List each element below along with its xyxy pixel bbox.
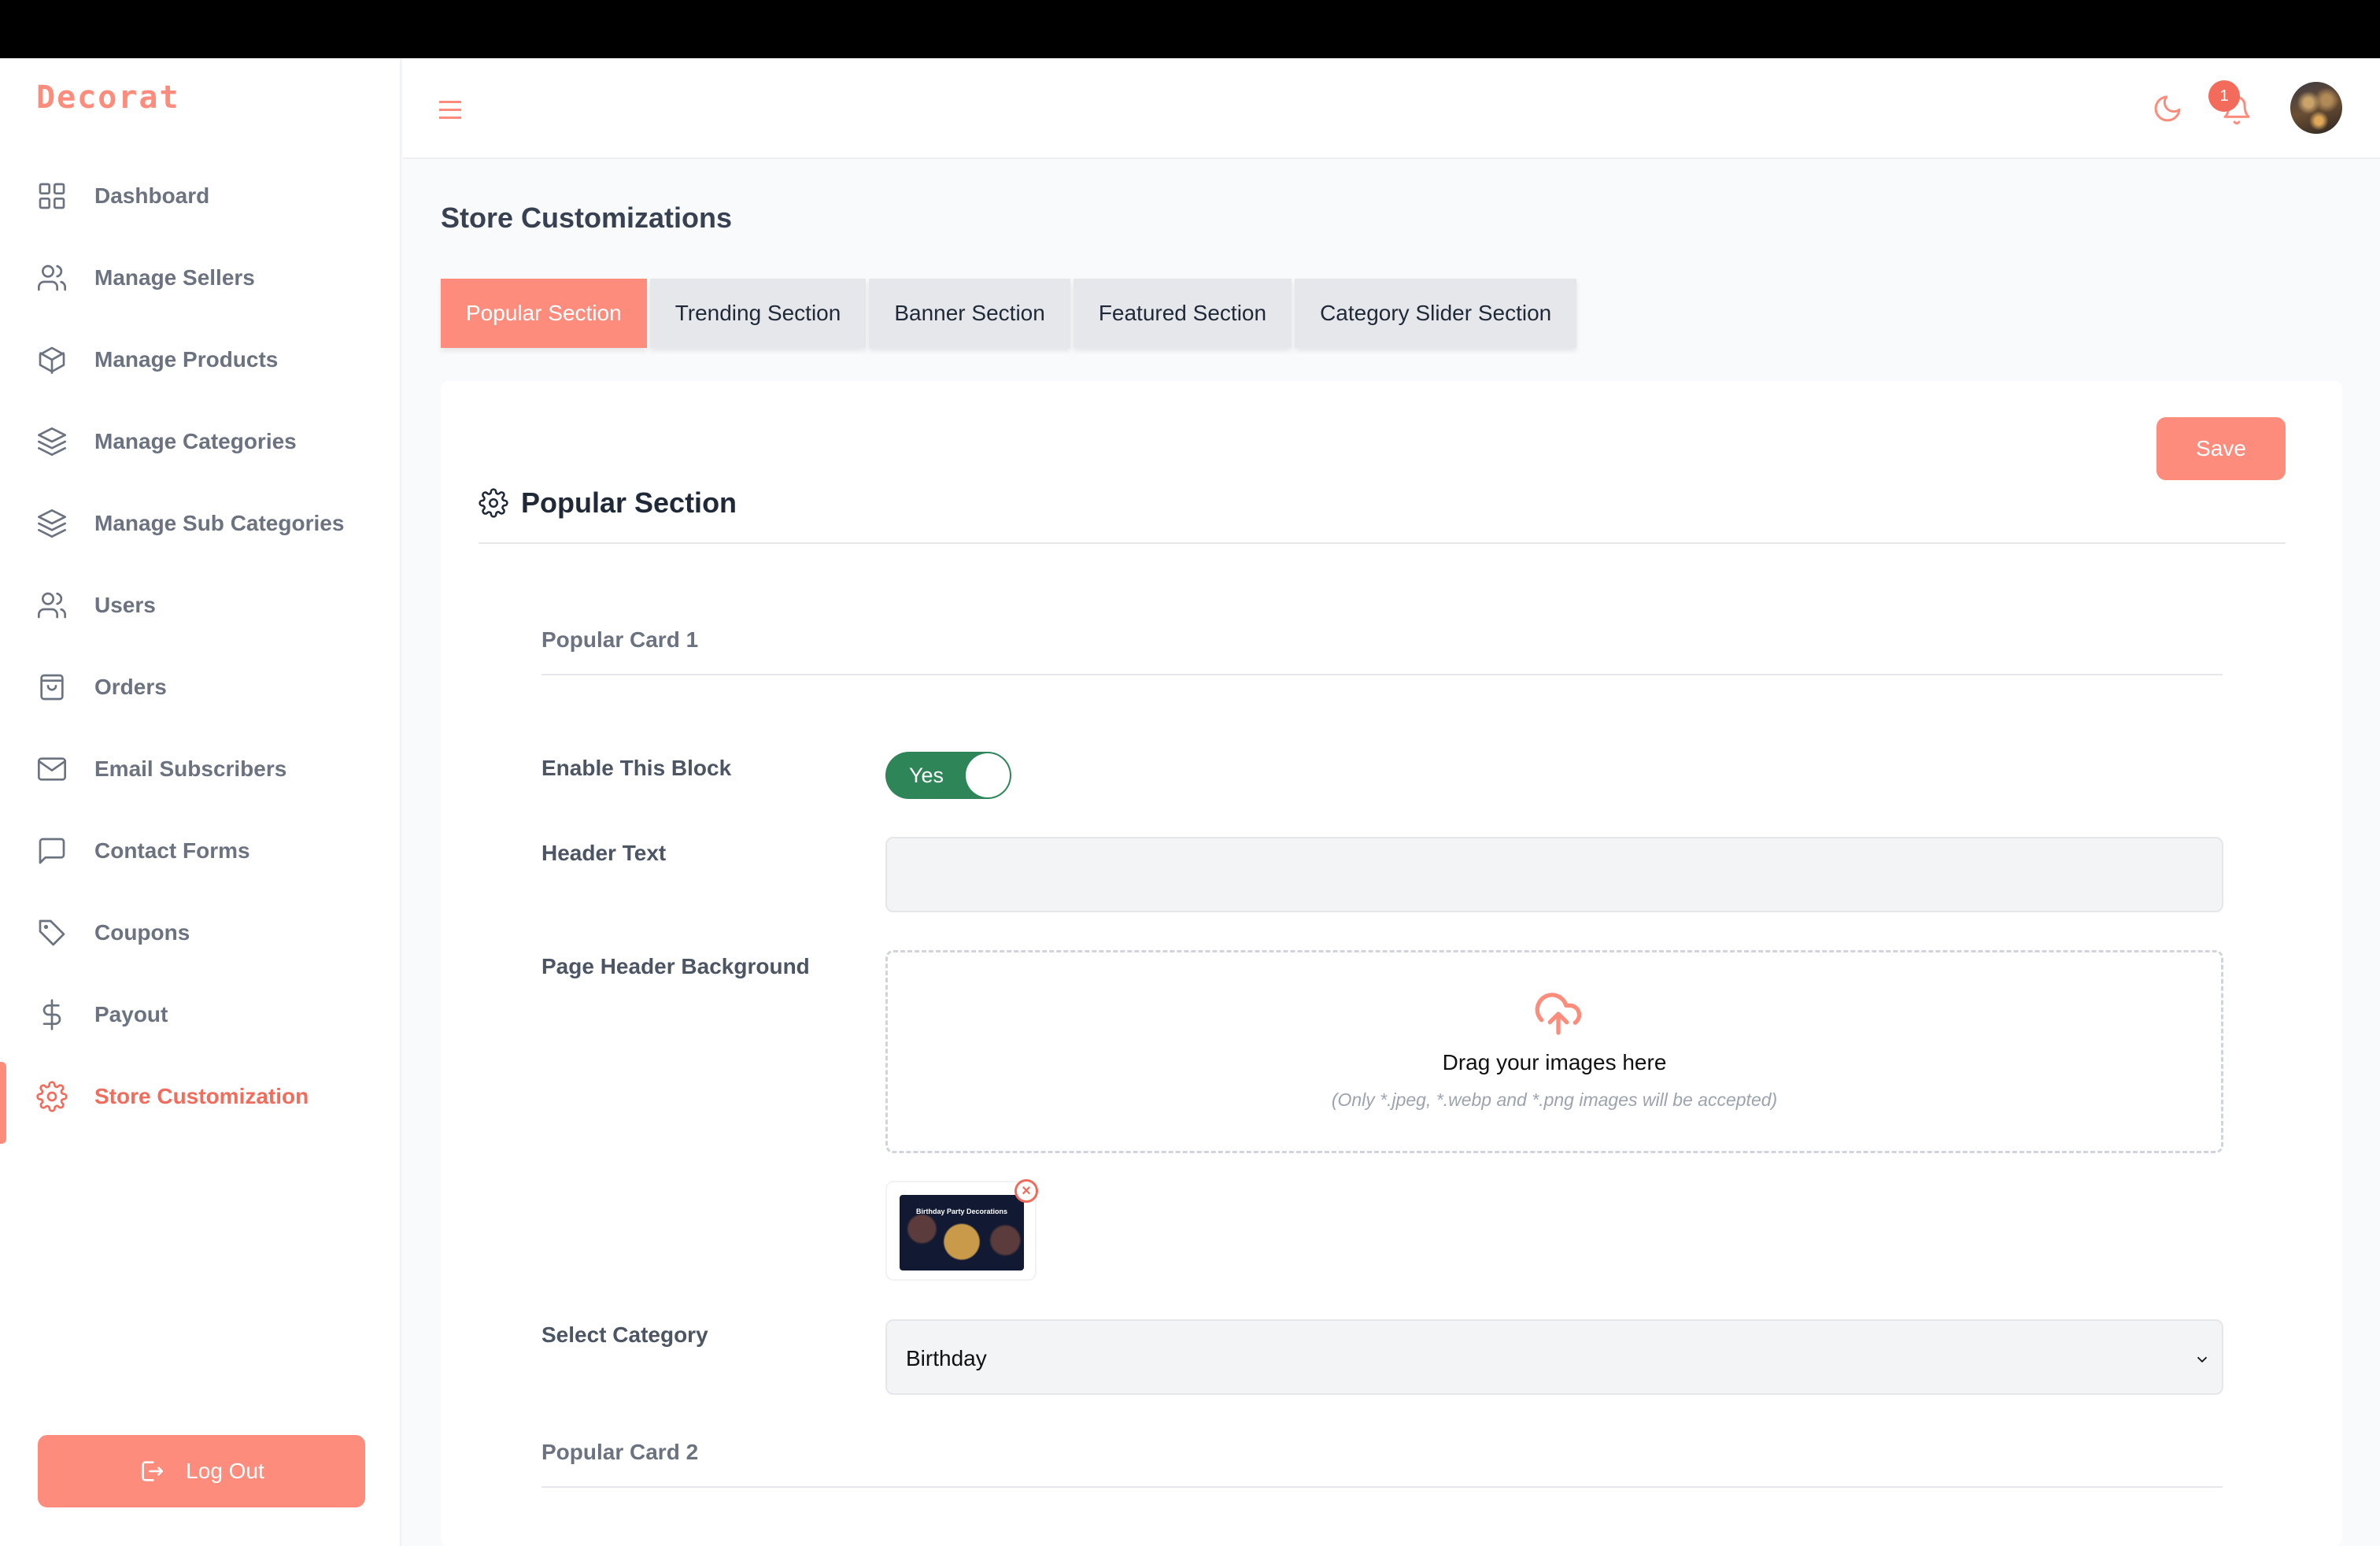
dropzone-title: Drag your images here bbox=[1442, 1050, 1667, 1074]
box-icon bbox=[36, 344, 68, 375]
gear-icon bbox=[36, 1081, 68, 1112]
section-tabs: Popular Section Trending Section Banner … bbox=[441, 279, 1580, 348]
sidebar-item-manage-categories[interactable]: Manage Categories bbox=[0, 410, 400, 473]
message-square-icon bbox=[36, 835, 68, 867]
page-header-background-label: Page Header Background bbox=[541, 954, 810, 978]
sidebar-item-label: Dashboard bbox=[94, 183, 210, 208]
section-heading: Popular Section bbox=[479, 486, 737, 520]
card-divider bbox=[541, 674, 2223, 675]
cloud-upload-icon bbox=[1535, 993, 1582, 1035]
sidebar-item-label: Email Subscribers bbox=[94, 756, 287, 781]
enable-block-toggle[interactable]: Yes bbox=[885, 752, 1011, 799]
sidebar-item-label: Users bbox=[94, 593, 156, 617]
sidebar-item-store-customization[interactable]: Store Customization bbox=[0, 1062, 400, 1144]
sidebar-item-label: Contact Forms bbox=[94, 838, 250, 863]
select-category-label: Select Category bbox=[541, 1322, 708, 1347]
tab-category-slider-section[interactable]: Category Slider Section bbox=[1295, 279, 1577, 348]
avatar[interactable] bbox=[2290, 82, 2342, 134]
sidebar-item-label: Manage Categories bbox=[94, 429, 297, 453]
brand-logo[interactable]: Decorat bbox=[36, 82, 217, 113]
section-divider bbox=[479, 542, 2286, 544]
remove-image-icon[interactable]: × bbox=[1014, 1179, 1038, 1203]
sidebar: Decorat Dashboard Manage Sellers Manage … bbox=[0, 58, 401, 1546]
popular-card-2-title: Popular Card 2 bbox=[541, 1440, 699, 1464]
uploaded-image: Birthday Party Decorations bbox=[900, 1195, 1024, 1270]
layers-icon bbox=[36, 426, 68, 457]
sidebar-item-email-subscribers[interactable]: Email Subscribers bbox=[0, 738, 400, 801]
tab-popular-section[interactable]: Popular Section bbox=[441, 279, 647, 348]
sidebar-item-label: Store Customization bbox=[94, 1084, 309, 1108]
logout-icon bbox=[142, 1461, 164, 1481]
save-button[interactable]: Save bbox=[2156, 417, 2286, 480]
header-text-input[interactable] bbox=[885, 837, 2223, 912]
sidebar-item-label: Manage Sellers bbox=[94, 265, 255, 290]
svg-text:Decorat: Decorat bbox=[36, 82, 180, 113]
notification-badge: 1 bbox=[2208, 80, 2240, 112]
shopping-bag-icon bbox=[36, 671, 68, 703]
logout-label: Log Out bbox=[186, 1459, 264, 1483]
sidebar-item-dashboard[interactable]: Dashboard bbox=[0, 165, 400, 227]
tag-icon bbox=[36, 917, 68, 949]
sidebar-item-coupons[interactable]: Coupons bbox=[0, 901, 400, 964]
header-text-label: Header Text bbox=[541, 841, 667, 865]
toggle-knob bbox=[966, 753, 1010, 797]
enable-block-label: Enable This Block bbox=[541, 756, 732, 780]
sidebar-item-label: Coupons bbox=[94, 920, 190, 945]
sidebar-item-label: Manage Products bbox=[94, 347, 279, 372]
window-top-bar bbox=[0, 0, 2380, 58]
sidebar-item-label: Orders bbox=[94, 675, 167, 699]
popular-section-card: Save Popular Section Popular Card 1 Enab… bbox=[441, 381, 2342, 1546]
mail-icon bbox=[36, 753, 68, 785]
grid-icon bbox=[36, 180, 68, 212]
sidebar-item-manage-sellers[interactable]: Manage Sellers bbox=[0, 246, 400, 309]
image-dropzone[interactable]: Drag your images here (Only *.jpeg, *.we… bbox=[885, 950, 2223, 1153]
moon-icon[interactable] bbox=[2152, 93, 2183, 128]
sidebar-item-contact-forms[interactable]: Contact Forms bbox=[0, 819, 400, 882]
sidebar-item-label: Manage Sub Categories bbox=[94, 511, 345, 535]
sidebar-item-manage-products[interactable]: Manage Products bbox=[0, 328, 400, 391]
menu-icon[interactable] bbox=[439, 101, 461, 120]
section-title: Popular Section bbox=[521, 486, 737, 519]
dollar-icon bbox=[36, 999, 68, 1030]
category-select[interactable]: Birthday bbox=[885, 1319, 2223, 1395]
sidebar-item-orders[interactable]: Orders bbox=[0, 656, 400, 719]
gear-icon bbox=[479, 488, 508, 518]
popular-card-1-title: Popular Card 1 bbox=[541, 627, 699, 652]
toggle-label: Yes bbox=[909, 764, 944, 787]
chevron-down-icon bbox=[2197, 1356, 2208, 1363]
category-select-value: Birthday bbox=[906, 1346, 987, 1370]
sidebar-item-label: Payout bbox=[94, 1002, 168, 1026]
sidebar-item-payout[interactable]: Payout bbox=[0, 983, 400, 1046]
tab-featured-section[interactable]: Featured Section bbox=[1073, 279, 1292, 348]
sidebar-item-manage-sub-categories[interactable]: Manage Sub Categories bbox=[0, 492, 400, 555]
top-header: 1 bbox=[403, 58, 2380, 159]
tab-trending-section[interactable]: Trending Section bbox=[649, 279, 867, 348]
card-divider bbox=[541, 1486, 2223, 1488]
sidebar-item-users[interactable]: Users bbox=[0, 574, 400, 637]
dropzone-hint: (Only *.jpeg, *.webp and *.png images wi… bbox=[1331, 1089, 1778, 1110]
uploaded-image-thumbnail[interactable]: Birthday Party Decorations × bbox=[885, 1179, 1038, 1281]
users-icon bbox=[36, 262, 68, 294]
tab-banner-section[interactable]: Banner Section bbox=[869, 279, 1070, 348]
page-title: Store Customizations bbox=[441, 202, 733, 234]
logout-button[interactable]: Log Out bbox=[38, 1435, 365, 1507]
users-icon bbox=[36, 590, 68, 621]
uploaded-image-caption: Birthday Party Decorations bbox=[915, 1208, 1008, 1215]
layers-icon bbox=[36, 508, 68, 539]
